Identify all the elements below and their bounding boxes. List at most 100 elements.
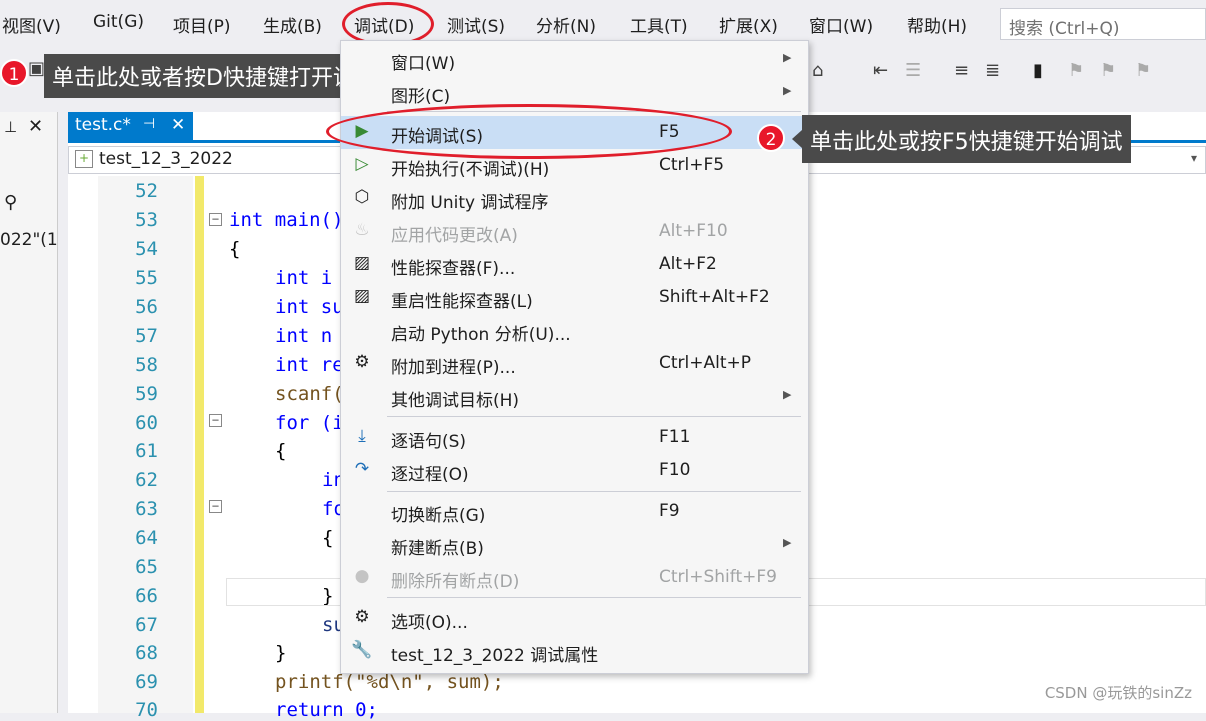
menu-item-new-breakpoint[interactable]: 新建断点(B) ▶ — [341, 528, 808, 561]
tab-pin-icon[interactable]: ⊣ — [143, 116, 155, 132]
close-icon[interactable]: ✕ — [28, 116, 43, 137]
line-number: 57 — [108, 325, 158, 347]
menu-item-options[interactable]: ⚙ 选项(O)... — [341, 602, 808, 635]
next-bookmark-icon[interactable]: ⚑ — [1100, 60, 1116, 81]
search-input[interactable]: 搜索 (Ctrl+Q) — [1000, 8, 1206, 40]
step-over-icon: ↷ — [351, 459, 373, 481]
menu-item-relaunch-profiler[interactable]: ▨ 重启性能探查器(L) Shift+Alt+F2 — [341, 281, 808, 314]
explorer-item-text: 022"(1 — [0, 230, 58, 250]
indent-icon[interactable]: ⇤ — [873, 60, 888, 81]
gears-icon: ⚙ — [351, 352, 373, 374]
menu-separator — [387, 416, 801, 417]
fold-toggle-icon[interactable]: − — [209, 500, 222, 513]
menu-window[interactable]: 窗口(W) — [809, 12, 873, 37]
code-line: int re — [275, 354, 344, 376]
menu-test[interactable]: 测试(S) — [447, 12, 505, 37]
save-icon[interactable]: ▣ — [28, 58, 45, 79]
chart-icon: ▨ — [351, 286, 373, 308]
code-line: int i — [275, 267, 332, 289]
tab-test-c[interactable]: test.c* ⊣ ✕ — [68, 112, 193, 142]
menu-item-other-debug-targets[interactable]: 其他调试目标(H) ▶ — [341, 380, 808, 413]
start-debugging-highlight-oval — [326, 104, 732, 159]
solution-explorer-panel: ⊥ ✕ ⚲ 022"(1 — [0, 112, 58, 713]
submenu-arrow-icon: ▶ — [783, 51, 791, 64]
home-icon[interactable]: ⌂ — [812, 60, 823, 81]
menu-item-debug-properties[interactable]: 🔧 test_12_3_2022 调试属性 — [341, 635, 808, 668]
line-number: 52 — [108, 180, 158, 202]
code-line: int main() — [229, 209, 343, 231]
line-number: 58 — [108, 354, 158, 376]
gear-icon: ⚙ — [351, 607, 373, 629]
code-line: for (i — [275, 412, 344, 434]
menu-tools[interactable]: 工具(T) — [630, 12, 688, 37]
menu-item-attach-unity[interactable]: ⬡ 附加 Unity 调试程序 — [341, 182, 808, 215]
cube-icon: ⬡ — [351, 187, 373, 209]
watermark: CSDN @玩铁的sinZz — [1045, 682, 1192, 703]
menu-item-toggle-breakpoint[interactable]: 切换断点(G) F9 — [341, 495, 808, 528]
code-line: int n — [275, 325, 332, 347]
code-line: } — [275, 642, 286, 664]
menu-separator — [387, 491, 801, 492]
code-line: int su — [275, 296, 344, 318]
bookmark-icon[interactable]: ▮ — [1033, 60, 1043, 81]
menu-analyze[interactable]: 分析(N) — [536, 12, 596, 37]
step2-badge: 2 — [757, 124, 785, 152]
scope-label: test_12_3_2022 — [99, 149, 233, 169]
wrench-icon: 🔧 — [351, 640, 373, 662]
line-number: 67 — [108, 614, 158, 636]
menu-item-python-profiling[interactable]: 启动 Python 分析(U)... — [341, 314, 808, 347]
menu-build[interactable]: 生成(B) — [263, 12, 322, 37]
line-number: 61 — [108, 440, 158, 462]
clear-bookmark-icon[interactable]: ⚑ — [1135, 60, 1151, 81]
line-number: 69 — [108, 671, 158, 693]
fold-toggle-icon[interactable]: − — [209, 213, 222, 226]
code-line: printf("%d\n", sum); — [275, 671, 504, 693]
code-line: { — [322, 527, 333, 549]
line-number: 53 — [108, 209, 158, 231]
outdent-icon[interactable]: ☰ — [905, 60, 921, 81]
code-line: scanf( — [275, 383, 344, 405]
menu-extensions[interactable]: 扩展(X) — [719, 12, 778, 37]
menu-item-step-into[interactable]: ⤓ 逐语句(S) F11 — [341, 421, 808, 454]
line-number: 62 — [108, 469, 158, 491]
code-line: return 0; — [275, 699, 378, 721]
line-number: 66 — [108, 585, 158, 607]
line-number: 54 — [108, 238, 158, 260]
line-number: 70 — [108, 699, 158, 721]
chart-icon: ▨ — [351, 253, 373, 275]
search-icon[interactable]: ⚲ — [4, 192, 17, 213]
uncomment-icon[interactable]: ≣ — [985, 60, 1000, 81]
menu-item-apply-code-changes: ♨ 应用代码更改(A) Alt+F10 — [341, 215, 808, 248]
menu-item-windows[interactable]: 窗口(W) ▶ — [341, 43, 808, 76]
menu-item-attach-to-process[interactable]: ⚙ 附加到进程(P)... Ctrl+Alt+P — [341, 347, 808, 380]
line-number: 56 — [108, 296, 158, 318]
menu-view[interactable]: 视图(V) — [2, 12, 61, 37]
project-icon: + — [75, 150, 93, 168]
code-line: { — [275, 440, 286, 462]
menu-help[interactable]: 帮助(H) — [907, 12, 967, 37]
submenu-arrow-icon: ▶ — [783, 388, 791, 401]
step1-badge: 1 — [0, 59, 28, 87]
menu-separator — [387, 597, 801, 598]
line-number: 59 — [108, 383, 158, 405]
pin-icon[interactable]: ⊥ — [4, 118, 17, 136]
step2-annotation: 单击此处或按F5快捷键开始调试 — [802, 115, 1131, 163]
chevron-down-icon[interactable]: ▾ — [1191, 151, 1197, 165]
menu-item-performance-profiler[interactable]: ▨ 性能探查器(F)... Alt+F2 — [341, 248, 808, 281]
annotation-pointer — [792, 130, 802, 148]
menu-item-delete-all-breakpoints: ● 删除所有断点(D) Ctrl+Shift+F9 — [341, 561, 808, 594]
tab-close-icon[interactable]: ✕ — [171, 115, 185, 135]
change-indicator-bar — [195, 176, 204, 713]
flame-icon: ♨ — [351, 220, 373, 242]
breakpoints-icon: ● — [351, 566, 373, 588]
menu-git[interactable]: Git(G) — [93, 12, 144, 32]
code-line: { — [229, 238, 240, 260]
tab-label: test.c* — [75, 115, 131, 135]
prev-bookmark-icon[interactable]: ⚑ — [1068, 60, 1084, 81]
play-outline-icon: ▷ — [351, 154, 373, 176]
menu-project[interactable]: 项目(P) — [173, 12, 231, 37]
fold-toggle-icon[interactable]: − — [209, 414, 222, 427]
comment-icon[interactable]: ≡ — [954, 60, 969, 81]
menu-item-step-over[interactable]: ↷ 逐过程(O) F10 — [341, 454, 808, 487]
step-into-icon: ⤓ — [351, 426, 373, 448]
